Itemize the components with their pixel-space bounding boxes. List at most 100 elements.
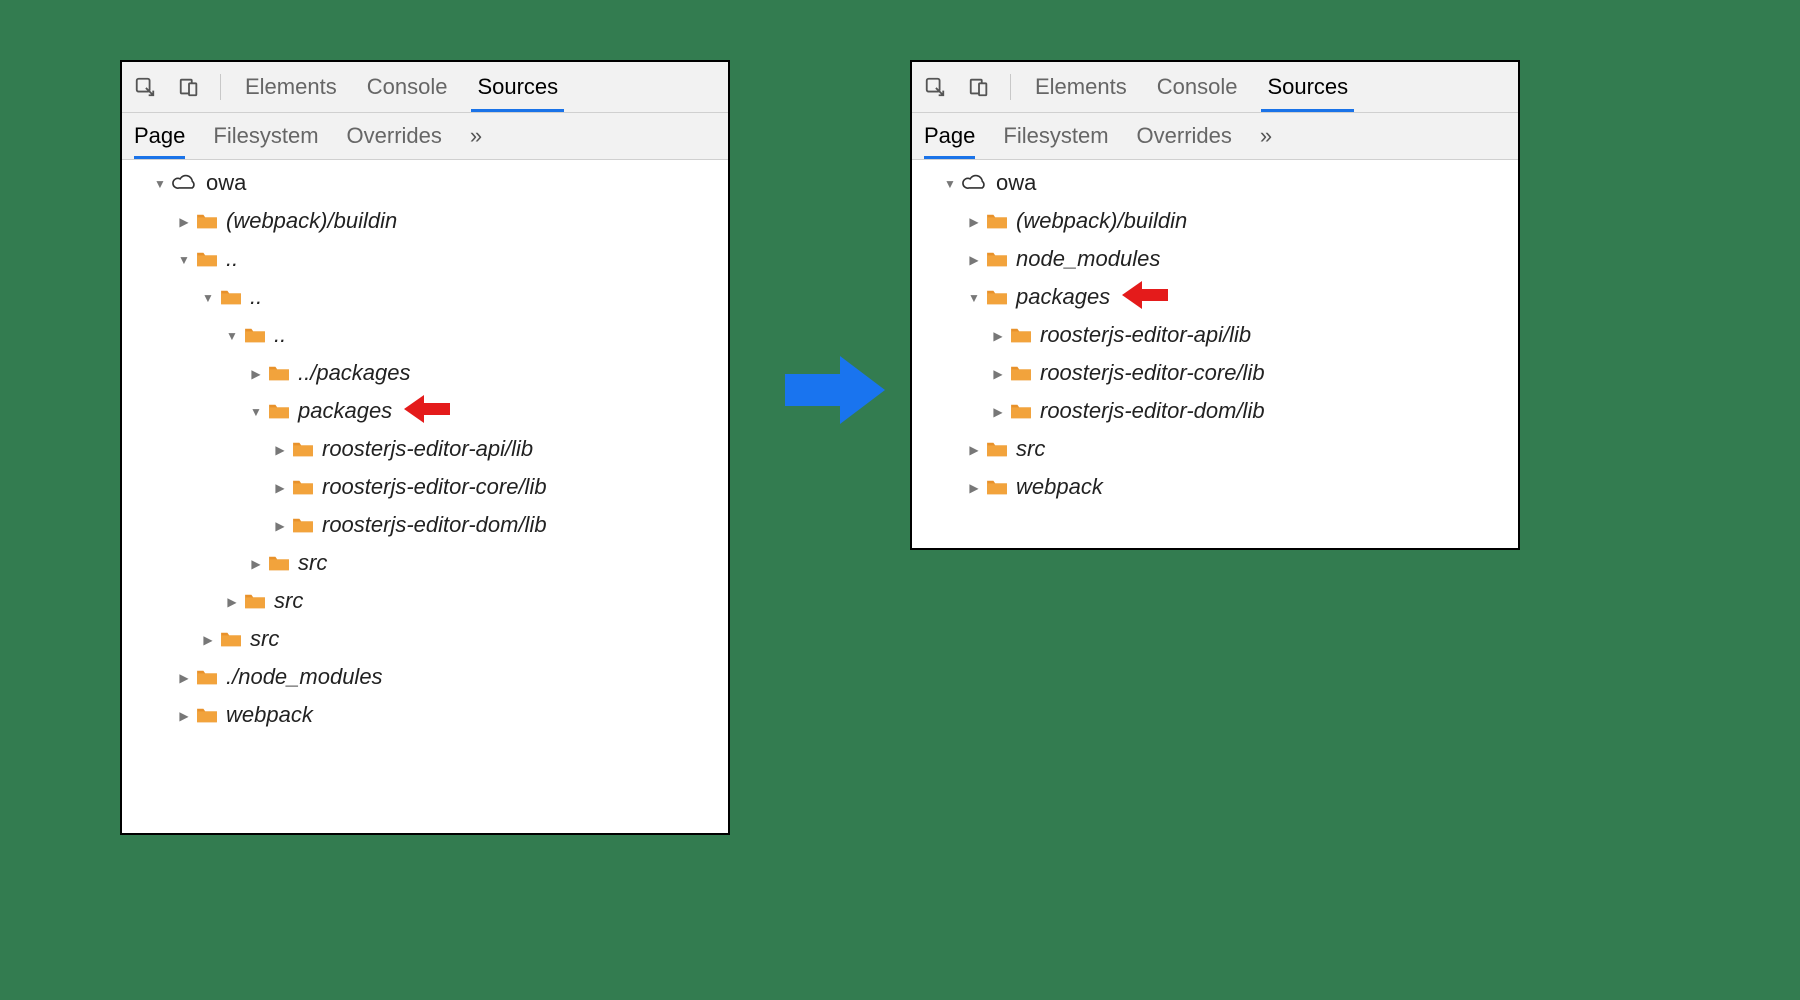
sources-subtab-row: Page Filesystem Overrides » — [912, 113, 1518, 160]
chevron-right-icon[interactable] — [990, 405, 1006, 418]
tree-item[interactable]: src — [128, 620, 722, 658]
tree-item[interactable]: webpack — [918, 468, 1512, 506]
tree-item-packages[interactable]: packages — [128, 392, 722, 430]
tree-item[interactable]: roosterjs-editor-core/lib — [128, 468, 722, 506]
folder-icon — [986, 212, 1008, 230]
tree-root[interactable]: owa — [918, 164, 1512, 202]
subtab-filesystem[interactable]: Filesystem — [1003, 113, 1108, 159]
chevron-down-icon[interactable] — [942, 177, 958, 190]
tree-item[interactable]: roosterjs-editor-core/lib — [918, 354, 1512, 392]
tree-item[interactable]: (webpack)/buildin — [918, 202, 1512, 240]
folder-icon — [268, 364, 290, 382]
folder-icon — [268, 402, 290, 420]
folder-icon — [292, 440, 314, 458]
folder-icon — [986, 478, 1008, 496]
highlight-arrow-icon — [1120, 278, 1170, 316]
folder-icon — [986, 288, 1008, 306]
tree-item[interactable]: roosterjs-editor-api/lib — [128, 430, 722, 468]
toolbar-divider — [1010, 74, 1011, 100]
chevron-right-icon[interactable] — [176, 215, 192, 228]
tree-label: src — [250, 628, 279, 650]
chevron-right-icon[interactable] — [248, 367, 264, 380]
subtab-overrides[interactable]: Overrides — [347, 113, 442, 159]
device-toggle-icon[interactable] — [966, 74, 992, 100]
tree-item[interactable]: ./node_modules — [128, 658, 722, 696]
tree-label: ./node_modules — [226, 666, 383, 688]
chevron-right-icon[interactable] — [990, 367, 1006, 380]
cloud-icon — [962, 174, 988, 192]
subtab-page[interactable]: Page — [134, 113, 185, 159]
folder-icon — [268, 554, 290, 572]
chevron-right-icon[interactable] — [224, 595, 240, 608]
chevron-right-icon[interactable] — [966, 443, 982, 456]
tree-item[interactable]: src — [128, 582, 722, 620]
chevron-right-icon[interactable] — [248, 557, 264, 570]
tree-item[interactable]: .. — [128, 316, 722, 354]
chevron-right-icon[interactable] — [176, 671, 192, 684]
tab-elements[interactable]: Elements — [239, 62, 343, 112]
chevron-right-icon[interactable] — [176, 709, 192, 722]
tree-label: src — [298, 552, 327, 574]
tree-label: owa — [206, 172, 246, 194]
tree-item[interactable]: roosterjs-editor-dom/lib — [128, 506, 722, 544]
folder-icon — [196, 706, 218, 724]
folder-icon — [244, 592, 266, 610]
chevron-down-icon[interactable] — [176, 253, 192, 266]
tree-label: roosterjs-editor-api/lib — [322, 438, 533, 460]
tree-label: src — [1016, 438, 1045, 460]
chevron-down-icon[interactable] — [200, 291, 216, 304]
file-tree-left: owa (webpack)/buildin .. — [122, 160, 728, 740]
main-tab-row: Elements Console Sources — [122, 62, 728, 113]
tree-item[interactable]: src — [918, 430, 1512, 468]
chevron-down-icon[interactable] — [152, 177, 168, 190]
tree-item[interactable]: src — [128, 544, 722, 582]
tab-elements[interactable]: Elements — [1029, 62, 1133, 112]
tab-sources[interactable]: Sources — [471, 62, 564, 112]
more-subtabs-icon[interactable]: » — [1260, 123, 1272, 149]
chevron-right-icon[interactable] — [200, 633, 216, 646]
device-toggle-icon[interactable] — [176, 74, 202, 100]
subtab-page[interactable]: Page — [924, 113, 975, 159]
folder-icon — [196, 668, 218, 686]
tree-label: ../packages — [298, 362, 411, 384]
chevron-down-icon[interactable] — [248, 405, 264, 418]
chevron-right-icon[interactable] — [966, 481, 982, 494]
tree-label: roosterjs-editor-core/lib — [322, 476, 547, 498]
tree-item[interactable]: roosterjs-editor-dom/lib — [918, 392, 1512, 430]
folder-icon — [1010, 364, 1032, 382]
tree-item-packages[interactable]: packages — [918, 278, 1512, 316]
tree-item[interactable]: (webpack)/buildin — [128, 202, 722, 240]
chevron-right-icon[interactable] — [272, 443, 288, 456]
chevron-down-icon[interactable] — [224, 329, 240, 342]
chevron-down-icon[interactable] — [966, 291, 982, 304]
tree-item[interactable]: node_modules — [918, 240, 1512, 278]
tab-sources[interactable]: Sources — [1261, 62, 1354, 112]
more-subtabs-icon[interactable]: » — [470, 123, 482, 149]
tree-label: .. — [250, 286, 262, 308]
folder-icon — [196, 250, 218, 268]
inspect-icon[interactable] — [132, 74, 158, 100]
subtab-overrides[interactable]: Overrides — [1137, 113, 1232, 159]
tree-label: roosterjs-editor-dom/lib — [322, 514, 547, 536]
tree-item[interactable]: .. — [128, 278, 722, 316]
chevron-right-icon[interactable] — [966, 253, 982, 266]
chevron-right-icon[interactable] — [272, 519, 288, 532]
tree-item[interactable]: roosterjs-editor-api/lib — [918, 316, 1512, 354]
tab-console[interactable]: Console — [1151, 62, 1244, 112]
chevron-right-icon[interactable] — [966, 215, 982, 228]
tree-label: (webpack)/buildin — [1016, 210, 1187, 232]
tree-label: roosterjs-editor-api/lib — [1040, 324, 1251, 346]
tree-item[interactable]: ../packages — [128, 354, 722, 392]
tree-label: owa — [996, 172, 1036, 194]
tree-root[interactable]: owa — [128, 164, 722, 202]
tree-item[interactable]: webpack — [128, 696, 722, 734]
tree-item[interactable]: .. — [128, 240, 722, 278]
chevron-right-icon[interactable] — [272, 481, 288, 494]
folder-icon — [196, 212, 218, 230]
tab-console[interactable]: Console — [361, 62, 454, 112]
folder-icon — [244, 326, 266, 344]
subtab-filesystem[interactable]: Filesystem — [213, 113, 318, 159]
transition-arrow-icon — [780, 350, 890, 430]
inspect-icon[interactable] — [922, 74, 948, 100]
chevron-right-icon[interactable] — [990, 329, 1006, 342]
